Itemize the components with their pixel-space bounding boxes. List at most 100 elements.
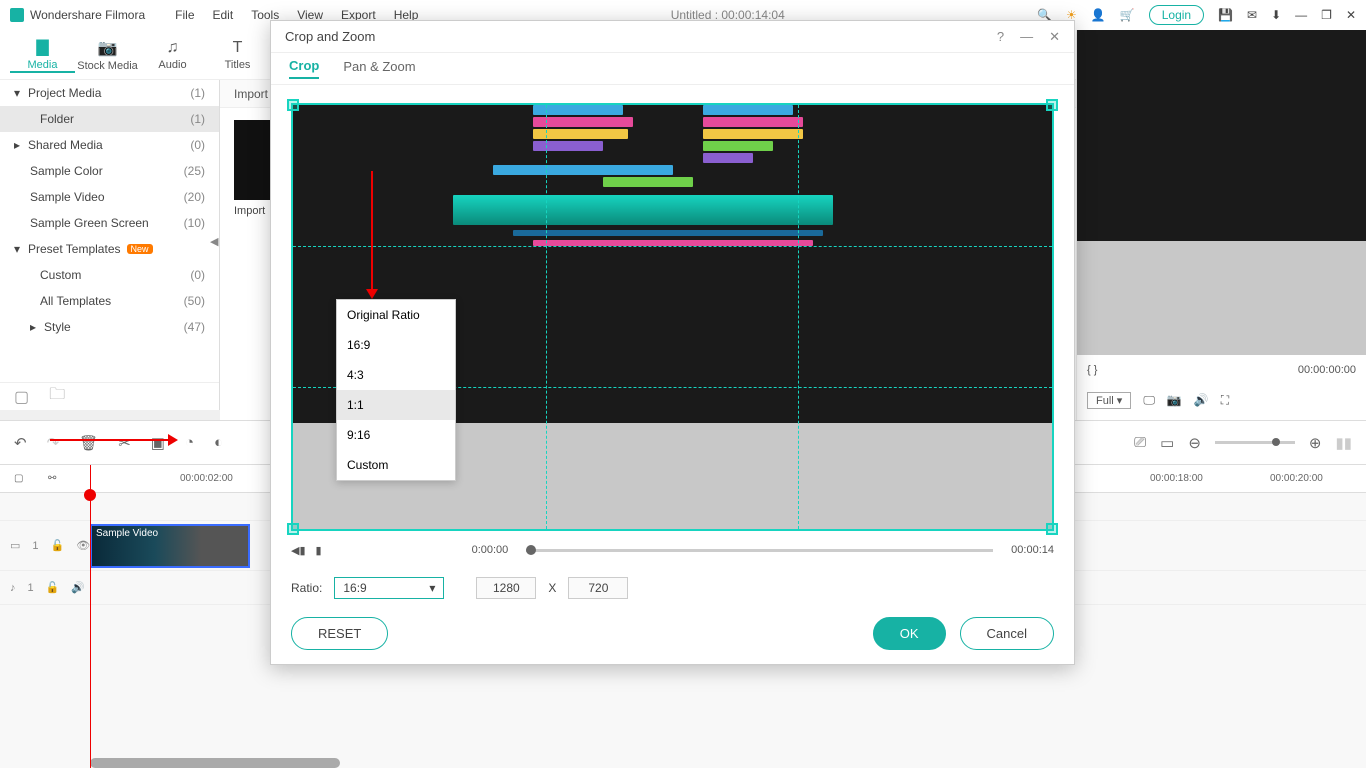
sidebar-item-custom[interactable]: Custom(0) <box>0 262 219 288</box>
sidebar-item-preset-templates[interactable]: ▾Preset TemplatesNew <box>0 236 219 262</box>
reset-button[interactable]: RESET <box>291 617 388 650</box>
crop-handle-tl[interactable] <box>287 99 299 111</box>
ratio-option-original[interactable]: Original Ratio <box>337 300 455 330</box>
user-icon[interactable]: 👤 <box>1091 8 1106 22</box>
ratio-select[interactable]: 16:9▾ <box>334 577 444 599</box>
playhead[interactable] <box>90 465 91 768</box>
video-clip[interactable]: Sample Video <box>90 524 250 568</box>
ratio-option-16-9[interactable]: 16:9 <box>337 330 455 360</box>
video-track-icon: ▭ <box>10 539 20 552</box>
tab-titles[interactable]: TTitles <box>205 39 270 71</box>
preview-display <box>1077 30 1366 355</box>
menu-file[interactable]: File <box>175 8 194 22</box>
ratio-option-custom[interactable]: Custom <box>337 450 455 480</box>
ratio-label: Ratio: <box>291 581 322 595</box>
dialog-minimize-icon[interactable]: — <box>1020 29 1033 45</box>
sidebar-item-style[interactable]: ▸Style(47) <box>0 314 219 340</box>
tab-stock-media[interactable]: 📷Stock Media <box>75 38 140 72</box>
sidebar-item-project-media[interactable]: ▾Project Media(1) <box>0 80 219 106</box>
zoom-slider[interactable] <box>1215 441 1295 444</box>
sidebar-item-all-templates[interactable]: All Templates(50) <box>0 288 219 314</box>
folder-icon[interactable]: 🗀 <box>49 383 65 410</box>
crop-icon[interactable]: ▣ <box>151 434 165 452</box>
ok-button[interactable]: OK <box>873 617 946 650</box>
menu-edit[interactable]: Edit <box>213 8 234 22</box>
sidebar-item-shared-media[interactable]: ▸Shared Media(0) <box>0 132 219 158</box>
zoom-out-icon[interactable]: ⊖ <box>1188 434 1201 452</box>
dialog-close-icon[interactable]: ✕ <box>1049 29 1060 45</box>
tab-audio[interactable]: ♫Audio <box>140 39 205 71</box>
preview-toolbar: Full ▾ 🖵 📷 🔊 ⛶ <box>1077 385 1366 415</box>
redo-icon[interactable]: ↷ <box>47 434 60 452</box>
title-right-icons: 🔍 ☀ 👤 🛒 Login 💾 ✉ ⬇ — ❐ ✕ <box>1037 5 1356 25</box>
markers-label: { } <box>1087 364 1097 376</box>
message-icon[interactable]: ✉ <box>1247 8 1257 22</box>
add-folder-icon[interactable]: ▢ <box>14 387 29 407</box>
link-icon[interactable]: ⚯ <box>48 473 56 484</box>
clip-label: Sample Video <box>96 528 158 539</box>
help-icon[interactable]: ? <box>997 29 1004 45</box>
undo-icon[interactable]: ↶ <box>14 434 27 452</box>
split-icon[interactable]: ✂ <box>118 434 131 452</box>
color-icon[interactable]: ◐ <box>214 434 223 451</box>
fit-icon[interactable]: ▮▮ <box>1335 434 1352 452</box>
crop-handle-tr[interactable] <box>1046 99 1058 111</box>
close-icon[interactable]: ✕ <box>1346 8 1356 22</box>
sidebar-item-sample-video[interactable]: Sample Video(20) <box>0 184 219 210</box>
speed-icon[interactable]: ◔ <box>185 434 194 451</box>
download-icon[interactable]: ⬇ <box>1271 8 1281 22</box>
ratio-option-4-3[interactable]: 4:3 <box>337 360 455 390</box>
sidebar-item-sample-color[interactable]: Sample Color(25) <box>0 158 219 184</box>
dimension-x: X <box>548 581 556 595</box>
play-icon[interactable]: ▮ <box>316 544 322 557</box>
tab-titles-label: Titles <box>225 59 251 71</box>
sidebar-item-sample-green[interactable]: Sample Green Screen(10) <box>0 210 219 236</box>
video-content-overlay <box>453 105 912 305</box>
save-icon[interactable]: 💾 <box>1218 8 1233 22</box>
quality-select[interactable]: Full ▾ <box>1087 392 1131 409</box>
eye-icon[interactable]: 👁 <box>76 539 90 552</box>
mixer-icon[interactable]: ⎚ <box>1134 434 1146 451</box>
tab-crop[interactable]: Crop <box>289 58 319 79</box>
cart-icon[interactable]: 🛒 <box>1120 8 1135 22</box>
minimize-icon[interactable]: — <box>1295 8 1307 22</box>
height-input[interactable]: 720 <box>568 577 628 599</box>
annotation-arrow-ratio <box>371 171 373 291</box>
crop-zoom-dialog: Crop and Zoom ? — ✕ Crop Pan & Zoom <box>270 20 1075 665</box>
tab-pan-zoom[interactable]: Pan & Zoom <box>343 59 415 78</box>
crop-handle-bl[interactable] <box>287 523 299 535</box>
time-end: 00:00:14 <box>1011 544 1054 556</box>
delete-icon[interactable]: 🗑 <box>79 434 98 452</box>
media-thumbnail-label: Import <box>234 205 265 217</box>
preview-panel: { } 00:00:00:00 Full ▾ 🖵 📷 🔊 ⛶ <box>1076 30 1366 420</box>
fullscreen-icon[interactable]: ⛶ <box>1221 393 1229 408</box>
sidebar-item-folder[interactable]: Folder(1) <box>0 106 219 132</box>
annotation-arrow-crop <box>50 439 170 441</box>
ratio-option-9-16[interactable]: 9:16 <box>337 420 455 450</box>
tab-stock-label: Stock Media <box>77 60 138 72</box>
timeline-scrollbar[interactable] <box>90 758 340 768</box>
snapshot-icon[interactable]: 📷 <box>1167 393 1182 407</box>
record-icon[interactable]: ▢ <box>14 473 23 484</box>
tab-audio-label: Audio <box>158 59 186 71</box>
login-button[interactable]: Login <box>1149 5 1204 25</box>
lock-icon-2[interactable]: 🔓 <box>46 581 60 594</box>
cancel-button[interactable]: Cancel <box>960 617 1054 650</box>
audio-track-icon: ♪ <box>10 582 16 594</box>
media-sidebar: ▾Project Media(1) Folder(1) ▸Shared Medi… <box>0 80 220 410</box>
zoom-in-icon[interactable]: ⊕ <box>1309 434 1322 452</box>
playback-slider[interactable] <box>526 549 993 552</box>
marker-add-icon[interactable]: ▭ <box>1160 434 1174 452</box>
width-input[interactable]: 1280 <box>476 577 536 599</box>
tab-media[interactable]: ▇Media <box>10 37 75 73</box>
monitor-icon[interactable]: 🖵 <box>1143 393 1155 408</box>
crop-handle-br[interactable] <box>1046 523 1058 535</box>
lock-icon[interactable]: 🔓 <box>51 539 65 552</box>
volume-icon[interactable]: 🔊 <box>1194 393 1209 407</box>
panel-collapse-icon[interactable]: ◀ <box>210 235 218 248</box>
speaker-icon[interactable]: 🔊 <box>71 581 85 594</box>
ratio-option-1-1[interactable]: 1:1 <box>337 390 455 420</box>
dialog-titlebar: Crop and Zoom ? — ✕ <box>271 21 1074 53</box>
maximize-icon[interactable]: ❐ <box>1321 8 1332 22</box>
step-back-icon[interactable]: ◀▮ <box>291 544 306 557</box>
